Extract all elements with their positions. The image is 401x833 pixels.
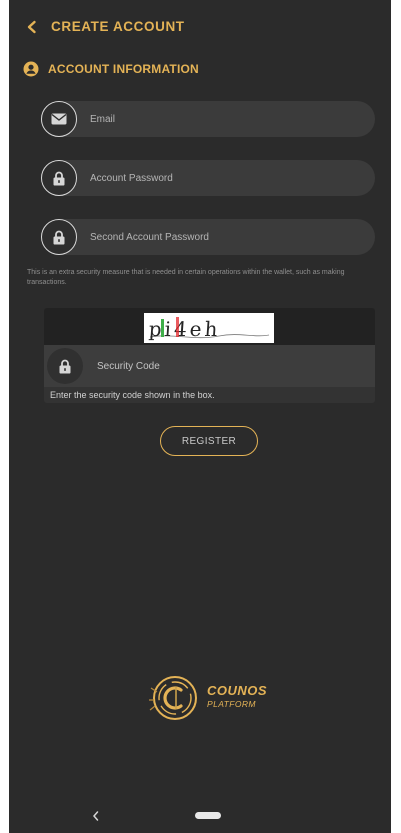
security-code-input[interactable] [83,345,375,387]
page-title: CREATE ACCOUNT [51,19,185,34]
second-password-icon-badge [41,219,77,255]
email-field-row [41,101,375,137]
second-password-field-row [41,219,375,255]
section-title: ACCOUNT INFORMATION [48,62,199,76]
password-field-row [41,160,375,196]
email-icon-badge [41,101,77,137]
security-code-row [44,345,375,387]
counos-logo: COUNOS PLATFORM [147,670,277,726]
lock-icon [53,171,65,185]
register-button[interactable]: REGISTER [160,426,258,456]
top-bar: CREATE ACCOUNT [9,12,391,42]
captcha-hint: Enter the security code shown in the box… [50,390,215,400]
lock-icon [59,359,71,373]
chevron-left-icon [27,20,36,34]
app-screen: CREATE ACCOUNT ACCOUNT INFORMATION Email… [9,0,391,833]
user-circle-icon [23,61,39,77]
password-icon-badge [41,160,77,196]
logo-wordmark: COUNOS [207,683,268,698]
email-input[interactable] [77,101,375,137]
security-code-icon-badge [47,348,83,384]
back-button[interactable] [21,16,43,38]
lock-icon [53,230,65,244]
counos-logo-icon [149,676,197,720]
password-input[interactable] [77,160,375,196]
section-heading: ACCOUNT INFORMATION [23,59,199,79]
system-nav-bar [9,800,391,833]
security-note: This is an extra security measure that i… [27,269,345,286]
home-pill-button[interactable] [195,812,221,819]
system-back-icon[interactable] [89,809,103,823]
logo-subtitle: PLATFORM [207,699,256,709]
envelope-icon [51,113,67,125]
captcha-char: pi4eh [148,317,221,341]
second-password-input[interactable] [77,219,375,255]
refresh-captcha-button[interactable] [250,317,272,339]
captcha-box: pi4eh Enter the security code shown in t… [44,308,375,403]
refresh-icon [256,322,266,333]
